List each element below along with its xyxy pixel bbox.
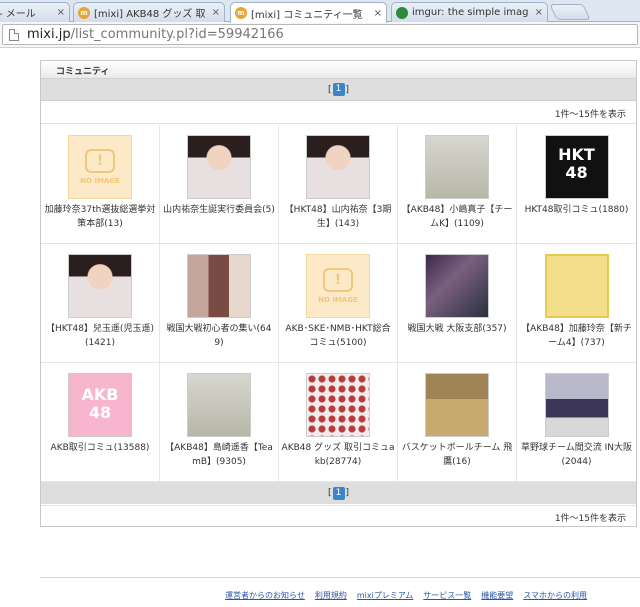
community-thumbnail[interactable]: AKB 48 [68, 373, 132, 437]
community-item[interactable]: 草野球チーム間交流 IN大阪(2044) [517, 363, 636, 481]
url-domain: mixi.jp [27, 27, 71, 42]
community-thumbnail[interactable] [544, 373, 609, 437]
page-number-button[interactable]: 1 [332, 486, 345, 500]
exclamation-icon: ! [85, 149, 115, 173]
community-item[interactable]: 【AKB48】小嶋真子【チームK】(1109) [398, 125, 517, 243]
community-name-link[interactable]: 加藤玲奈37th選抜総選挙対策本部(13) [41, 203, 159, 231]
community-item[interactable]: 戦国大戦初心者の集い(649) [160, 244, 279, 362]
exclamation-icon: ! [323, 268, 353, 292]
community-name-link[interactable]: 山内祐奈生誕実行委員会(5) [161, 203, 277, 217]
imgur-icon [396, 6, 408, 19]
community-thumbnail[interactable] [187, 135, 251, 199]
community-thumbnail[interactable] [425, 135, 489, 199]
footer-divider [40, 577, 640, 578]
community-item[interactable]: 【AKB48】加藤玲奈【新チーム4】(737) [517, 244, 636, 362]
community-name-link[interactable]: AKB取引コミュ(13588) [49, 441, 152, 455]
community-item[interactable]: AKB 48 AKB取引コミュ(13588) [41, 363, 160, 481]
community-name-link[interactable]: 【AKB48】加藤玲奈【新チーム4】(737) [517, 322, 636, 350]
community-item[interactable]: 山内祐奈生誕実行委員会(5) [160, 125, 279, 243]
tab-title: - メール [0, 9, 36, 20]
community-thumbnail[interactable] [68, 254, 132, 318]
community-name-link[interactable]: 草野球チーム間交流 IN大阪(2044) [517, 441, 636, 469]
community-item[interactable]: 【AKB48】島崎遥香【TeamB】(9305) [160, 363, 279, 481]
pager-bracket-right: ] [345, 84, 350, 95]
mixi-icon: m [78, 6, 90, 19]
close-icon[interactable]: × [535, 7, 543, 18]
community-thumbnail[interactable] [425, 254, 489, 318]
community-name-link[interactable]: 【HKT48】山内祐奈【3期生】(143) [279, 203, 397, 231]
community-thumbnail[interactable] [187, 254, 251, 318]
browser-tab-community-list[interactable]: m [mixi] コミュニティ一覧 × [230, 2, 387, 23]
section-title: コミュニティ [41, 61, 636, 79]
footer-link[interactable]: mixiプレミアム [357, 590, 413, 601]
footer-link[interactable]: 機能要望 [481, 590, 513, 601]
logo-text: 48 [88, 403, 112, 422]
footer-link[interactable]: サービス一覧 [423, 590, 471, 601]
no-image-label: NO IMAGE [318, 296, 358, 304]
community-item[interactable]: 【HKT48】兒玉遥(児玉遥)(1421) [41, 244, 160, 362]
community-item[interactable]: ! NO IMAGE 加藤玲奈37th選抜総選挙対策本部(13) [41, 125, 160, 243]
community-item[interactable]: 戦国大戦 大阪支部(357) [398, 244, 517, 362]
logo-text: HKT [558, 145, 595, 164]
pager-bracket-left: [ [327, 84, 332, 95]
community-item[interactable]: ! NO IMAGE AKB･SKE･NMB･HKT総合コミュ(5100) [279, 244, 398, 362]
community-name-link[interactable]: 戦国大戦 大阪支部(357) [405, 322, 508, 336]
community-list-panel: コミュニティ [ 1 ] 1件～15件を表示 ! NO IMAGE 加藤玲奈37th… [40, 60, 637, 527]
logo-text: AKB [81, 385, 119, 404]
community-row: ! NO IMAGE 加藤玲奈37th選抜総選挙対策本部(13) 山内祐奈生誕実行委員… [41, 125, 636, 244]
new-tab-button[interactable] [549, 4, 591, 20]
logo-text: 48 [565, 163, 588, 182]
tab-title: [mixi] AKB48 グッズ 取 [94, 9, 206, 20]
community-thumbnail[interactable]: HKT 48 [544, 135, 609, 199]
no-image-thumbnail[interactable]: ! NO IMAGE [306, 254, 370, 318]
browser-tab-bar: - メール × m [mixi] AKB48 グッズ 取 × m [mixi] … [0, 0, 640, 23]
community-name-link[interactable]: 【AKB48】小嶋真子【チームK】(1109) [398, 203, 516, 231]
url-path: /list_community.pl?id=59942166 [70, 27, 284, 42]
footer-link[interactable]: スマホからの利用 [523, 590, 587, 601]
tab-title: [mixi] コミュニティ一覧 [251, 9, 363, 21]
community-row: AKB 48 AKB取引コミュ(13588) 【AKB48】島崎遥香【TeamB】(9… [41, 363, 636, 482]
community-name-link[interactable]: HKT48取引コミュ(1880) [523, 203, 631, 217]
community-thumbnail[interactable] [306, 373, 370, 437]
community-thumbnail[interactable] [187, 373, 251, 437]
community-grid: ! NO IMAGE 加藤玲奈37th選抜総選挙対策本部(13) 山内祐奈生誕実行委員… [41, 125, 636, 482]
url-field[interactable]: mixi.jp/list_community.pl?id=59942166 [2, 24, 638, 45]
community-item[interactable]: HKT 48 HKT48取引コミュ(1880) [517, 125, 636, 243]
result-count-bottom: 1件～15件を表示 [41, 505, 636, 526]
community-thumbnail[interactable] [544, 254, 609, 318]
pager-bottom: [ 1 ] [41, 482, 636, 504]
close-icon[interactable]: × [374, 8, 382, 19]
page-number-button[interactable]: 1 [332, 83, 345, 96]
pager-top: [ 1 ] [41, 79, 636, 101]
page-icon [9, 28, 19, 41]
pager-bracket-left: [ [327, 488, 332, 498]
tab-title: imgur: the simple imag [412, 7, 529, 18]
community-item[interactable]: 【HKT48】山内祐奈【3期生】(143) [279, 125, 398, 243]
browser-tab-imgur[interactable]: imgur: the simple imag × [391, 2, 548, 22]
result-count: 1件～15件を表示 [41, 101, 636, 124]
address-bar: mixi.jp/list_community.pl?id=59942166 [0, 22, 640, 48]
close-icon[interactable]: × [212, 7, 220, 18]
community-thumbnail[interactable] [425, 373, 489, 437]
no-image-label: NO IMAGE [80, 177, 120, 185]
pager-bracket-right: ] [345, 488, 350, 498]
community-name-link[interactable]: バスケットボールチーム 飛鷹(16) [398, 441, 516, 469]
community-name-link[interactable]: AKB･SKE･NMB･HKT総合コミュ(5100) [279, 322, 397, 350]
community-name-link[interactable]: 【AKB48】島崎遥香【TeamB】(9305) [160, 441, 278, 469]
close-icon[interactable]: × [57, 7, 65, 18]
footer-link[interactable]: 利用規約 [315, 590, 347, 601]
mixi-icon: m [235, 7, 247, 19]
community-item[interactable]: AKB48 グッズ 取引コミュakb(28774) [279, 363, 398, 481]
community-item[interactable]: バスケットボールチーム 飛鷹(16) [398, 363, 517, 481]
community-thumbnail[interactable] [306, 135, 370, 199]
community-name-link[interactable]: AKB48 グッズ 取引コミュakb(28774) [279, 441, 397, 469]
footer-link[interactable]: 運営者からのお知らせ [225, 590, 305, 601]
browser-tab-mail[interactable]: - メール × [0, 2, 70, 22]
no-image-thumbnail[interactable]: ! NO IMAGE [68, 135, 132, 199]
footer-links: 運営者からのお知らせ 利用規約 mixiプレミアム サービス一覧 機能要望 スマホからの利… [225, 590, 640, 601]
community-name-link[interactable]: 戦国大戦初心者の集い(649) [160, 322, 278, 350]
community-row: 【HKT48】兒玉遥(児玉遥)(1421) 戦国大戦初心者の集い(649)! NO … [41, 244, 636, 363]
community-name-link[interactable]: 【HKT48】兒玉遥(児玉遥)(1421) [41, 322, 159, 350]
browser-tab-mixi-goods[interactable]: m [mixi] AKB48 グッズ 取 × [73, 2, 225, 22]
